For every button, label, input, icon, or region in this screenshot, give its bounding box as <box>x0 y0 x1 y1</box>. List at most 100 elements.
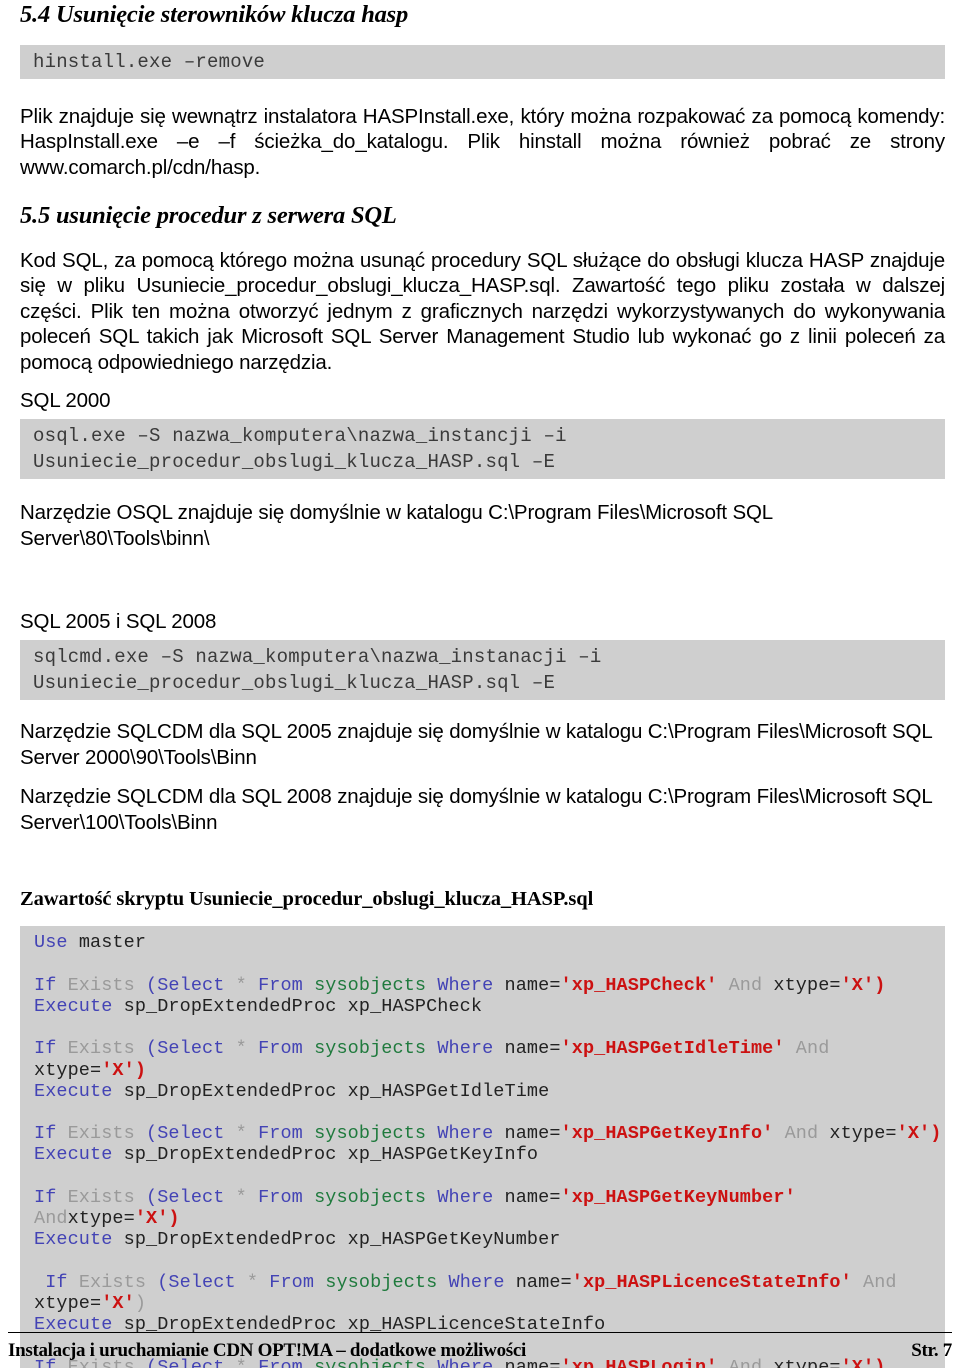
sql-token: xtype= <box>34 1292 102 1314</box>
sql-code-line <box>34 1017 945 1038</box>
sql-code-line <box>34 1166 945 1187</box>
sql-code-line: If Exists (Select * From sysobjects Wher… <box>34 1272 945 1293</box>
sql-token: If <box>34 1038 68 1060</box>
sql-token: * <box>235 1186 259 1208</box>
sql-code-line: If Exists (Select * From sysobjects Wher… <box>34 1123 945 1144</box>
sql-token: (Select <box>146 1038 236 1060</box>
sql-token: (Select <box>157 1271 247 1293</box>
sql-token: xtype= <box>34 1059 102 1081</box>
sql-token: If <box>34 1271 79 1293</box>
code-block-sqlcmd-command: sqlcmd.exe –S nazwa_komputera\nazwa_inst… <box>20 640 945 701</box>
sql-token: sysobjects <box>314 1123 438 1145</box>
sql-token: sysobjects <box>314 1038 438 1060</box>
heading-section-5-5: 5.5 usunięcie procedur z serwera SQL <box>20 202 397 230</box>
sql-token: And <box>784 1038 841 1060</box>
heading-section-5-4: 5.4 Usunięcie sterowników klucza hasp <box>20 1 409 28</box>
sql-code-line: If Exists (Select * From sysobjects Wher… <box>34 975 945 996</box>
sql-code-line: If Exists (Select * From sysobjects Wher… <box>34 1038 945 1080</box>
code-block-hinstall-remove: hinstall.exe –remove <box>20 44 945 79</box>
sql-token: sysobjects <box>314 974 438 996</box>
sql-token: * <box>246 1271 270 1293</box>
label-sql-2000: SQL 2000 <box>20 389 111 413</box>
sql-token: Exists <box>67 1186 147 1208</box>
paragraph-hinstall-location: Plik znajduje się wewnątrz instalatora H… <box>20 104 945 179</box>
sql-token: 'X') <box>896 1123 942 1145</box>
paragraph-sql-removal-intro: Kod SQL, za pomocą którego można usunąć … <box>20 248 945 374</box>
sql-code-line: Execute sp_DropExtendedProc xp_HASPGetId… <box>34 1081 945 1102</box>
sql-token: From <box>258 1123 315 1145</box>
sql-token: From <box>258 1186 315 1208</box>
code-block-osql-command: osql.exe –S nazwa_komputera\nazwa_instan… <box>20 419 945 480</box>
sql-token: Where <box>437 1186 505 1208</box>
sql-token: And <box>773 1123 830 1145</box>
sql-token: If <box>34 1123 68 1145</box>
sql-token: name= <box>504 1186 561 1208</box>
sql-token: Exists <box>78 1271 158 1293</box>
sql-token: name= <box>504 1123 561 1145</box>
note-sqlcmd-path-2005: Narzędzie SQLCDM dla SQL 2005 znajduje s… <box>20 720 932 769</box>
sql-token: Exists <box>67 1038 147 1060</box>
sql-token: Execute <box>34 1144 124 1166</box>
sql-token: From <box>258 1038 315 1060</box>
page-content: 5.4 Usunięcie sterowników klucza hasp hi… <box>20 0 945 1368</box>
sql-token: Where <box>437 1123 505 1145</box>
sql-token: (Select <box>146 1186 236 1208</box>
sql-token: xtype= <box>829 1123 897 1145</box>
sql-token: (Select <box>146 1123 236 1145</box>
sql-token: name= <box>504 1038 561 1060</box>
code-block-sql-script: Use master If Exists (Select * From syso… <box>20 926 945 1368</box>
sql-token: Execute <box>34 996 124 1018</box>
page-footer: Instalacja i uruchamianie CDN OPT!MA – d… <box>8 1340 952 1362</box>
sql-token: 'xp_HASPLicenceStateInfo' <box>571 1271 852 1293</box>
footer-divider <box>8 1332 952 1333</box>
sql-token: Execute <box>34 1229 124 1251</box>
sql-code-line: Execute sp_DropExtendedProc xp_HASPGetKe… <box>34 1229 945 1250</box>
label-sql-2005-2008: SQL 2005 i SQL 2008 <box>20 610 217 634</box>
sql-token: 'X') <box>840 974 886 996</box>
footer-page-number: Str. 7 <box>911 1340 952 1361</box>
sql-token: 'xp_HASPGetIdleTime' <box>560 1038 785 1060</box>
sql-token: 'xp_HASPGetKeyInfo' <box>560 1123 774 1145</box>
sql-token: * <box>235 1123 259 1145</box>
sql-token: sp_DropExtendedProc xp_HASPGetKeyNumber <box>123 1229 561 1251</box>
sql-token: xtype= <box>67 1208 135 1230</box>
sql-token: And <box>851 1271 897 1293</box>
sql-code-line: Use master <box>34 932 945 953</box>
sql-token: Exists <box>67 1123 147 1145</box>
sql-code-line: If Exists (Select * From sysobjects Wher… <box>34 1187 945 1229</box>
sql-token: 'xp_HASPCheck' <box>560 974 718 996</box>
sql-token: name= <box>504 974 561 996</box>
sql-token: If <box>34 1186 68 1208</box>
sql-token: 'X') <box>101 1059 147 1081</box>
sql-token: Execute <box>34 1080 124 1102</box>
sql-token: From <box>258 974 315 996</box>
sql-token: (Select <box>146 974 236 996</box>
sql-token: * <box>235 974 259 996</box>
sql-code-line <box>34 954 945 975</box>
note-sqlcmd-path-2008: Narzędzie SQLCDM dla SQL 2008 znajduje s… <box>20 785 932 834</box>
sql-token: Where <box>437 974 505 996</box>
footer-title: Instalacja i uruchamianie CDN OPT!MA – d… <box>8 1340 526 1361</box>
sql-token: 'X') <box>134 1208 180 1230</box>
sql-token: sysobjects <box>325 1271 449 1293</box>
sql-token: sp_DropExtendedProc xp_HASPCheck <box>123 996 483 1018</box>
note-osql-path: Narzędzie OSQL znajduje się domyślnie w … <box>20 501 773 550</box>
sql-token: From <box>269 1271 326 1293</box>
sql-code-line: Execute sp_DropExtendedProc xp_HASPGetKe… <box>34 1144 945 1165</box>
sql-token: xtype= <box>773 974 841 996</box>
sql-token: 'xp_HASPGetKeyNumber' <box>560 1186 796 1208</box>
heading-script-contents: Zawartość skryptu Usuniecie_procedur_obs… <box>20 888 594 911</box>
sql-token: 'X' <box>101 1292 135 1314</box>
sql-token: If <box>34 974 68 996</box>
sql-token: Where <box>437 1038 505 1060</box>
sql-token: * <box>235 1038 259 1060</box>
sql-code-line: Execute sp_DropExtendedProc xp_HASPCheck <box>34 996 945 1017</box>
sql-token: name= <box>515 1271 572 1293</box>
document-page: 5.4 Usunięcie sterowników klucza hasp hi… <box>0 0 960 1368</box>
sql-code-line <box>34 1102 945 1123</box>
sql-token: Exists <box>67 974 147 996</box>
sql-token: sp_DropExtendedProc xp_HASPGetKeyInfo <box>123 1144 539 1166</box>
sql-token: sp_DropExtendedProc xp_HASPGetIdleTime <box>123 1080 550 1102</box>
sql-code-line <box>34 1250 945 1271</box>
sql-token: Use <box>34 932 79 954</box>
